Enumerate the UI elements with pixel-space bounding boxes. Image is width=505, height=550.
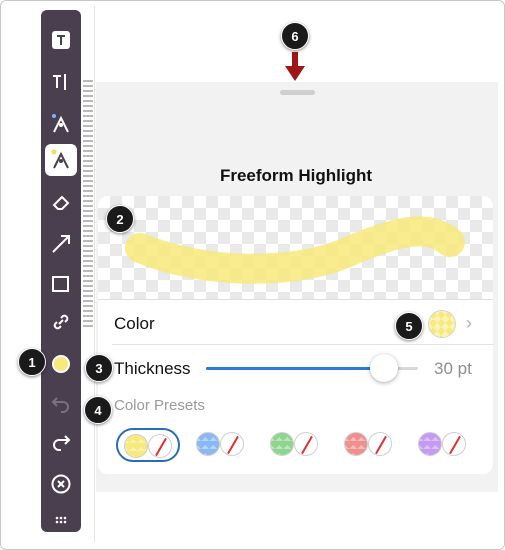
sheet-grabber-handle[interactable] <box>280 90 315 95</box>
preset-fill-none-icon <box>294 432 318 456</box>
color-preset-1[interactable] <box>116 428 180 462</box>
preset-color-dot <box>124 434 148 458</box>
callout-1: 1 <box>18 348 46 376</box>
thickness-value: 30 pt <box>434 359 472 378</box>
panel-title: Freeform Highlight <box>219 166 373 185</box>
callout-3: 3 <box>85 354 113 382</box>
thickness-slider-fill <box>206 367 385 370</box>
callout-6: 6 <box>281 22 309 50</box>
preset-fill-none-icon <box>148 434 172 458</box>
callout-2: 2 <box>106 205 134 233</box>
close-icon[interactable] <box>45 468 77 500</box>
pen-icon[interactable] <box>45 108 77 140</box>
eraser-icon[interactable] <box>45 186 77 218</box>
preset-fill-none-icon <box>220 432 244 456</box>
color-preset-2[interactable] <box>190 428 254 462</box>
annotation-toolbar <box>41 10 81 532</box>
preset-color-dot <box>344 432 368 456</box>
settings-card: Color › Thickness 30 pt Color Presets <box>98 196 493 474</box>
thickness-label: Thickness <box>114 359 191 378</box>
preset-color-dot <box>196 432 220 456</box>
color-preset-3[interactable] <box>264 428 328 462</box>
undo-icon[interactable] <box>45 388 77 420</box>
arrow-down-icon <box>285 52 305 81</box>
color-presets-label: Color Presets <box>114 397 205 414</box>
color-preset-4[interactable] <box>338 428 402 462</box>
preset-fill-none-icon <box>368 432 392 456</box>
document-text-lines <box>83 80 93 330</box>
rectangle-icon[interactable] <box>45 268 77 300</box>
text-box-icon[interactable] <box>45 24 77 56</box>
more-icon[interactable] <box>45 504 77 536</box>
current-color-swatch[interactable] <box>428 310 456 338</box>
thickness-slider-thumb[interactable] <box>370 354 399 382</box>
callout-4: 4 <box>84 396 112 424</box>
divider <box>112 344 493 345</box>
highlight-stroke-sample <box>125 216 465 284</box>
highlighter-icon[interactable] <box>45 144 77 176</box>
stroke-preview <box>98 196 493 300</box>
callout-5: 5 <box>395 312 423 340</box>
color-preset-5[interactable] <box>412 428 476 462</box>
color-icon[interactable] <box>45 348 77 380</box>
preset-fill-none-icon <box>442 432 466 456</box>
redo-icon[interactable] <box>45 426 77 458</box>
link-icon[interactable] <box>45 306 77 338</box>
color-label: Color <box>114 314 155 333</box>
arrow-icon[interactable] <box>45 228 77 260</box>
preset-color-dot <box>418 432 442 456</box>
text-cursor-icon[interactable] <box>45 66 77 98</box>
preset-color-dot <box>270 432 294 456</box>
chevron-right-icon[interactable]: › <box>466 313 472 334</box>
